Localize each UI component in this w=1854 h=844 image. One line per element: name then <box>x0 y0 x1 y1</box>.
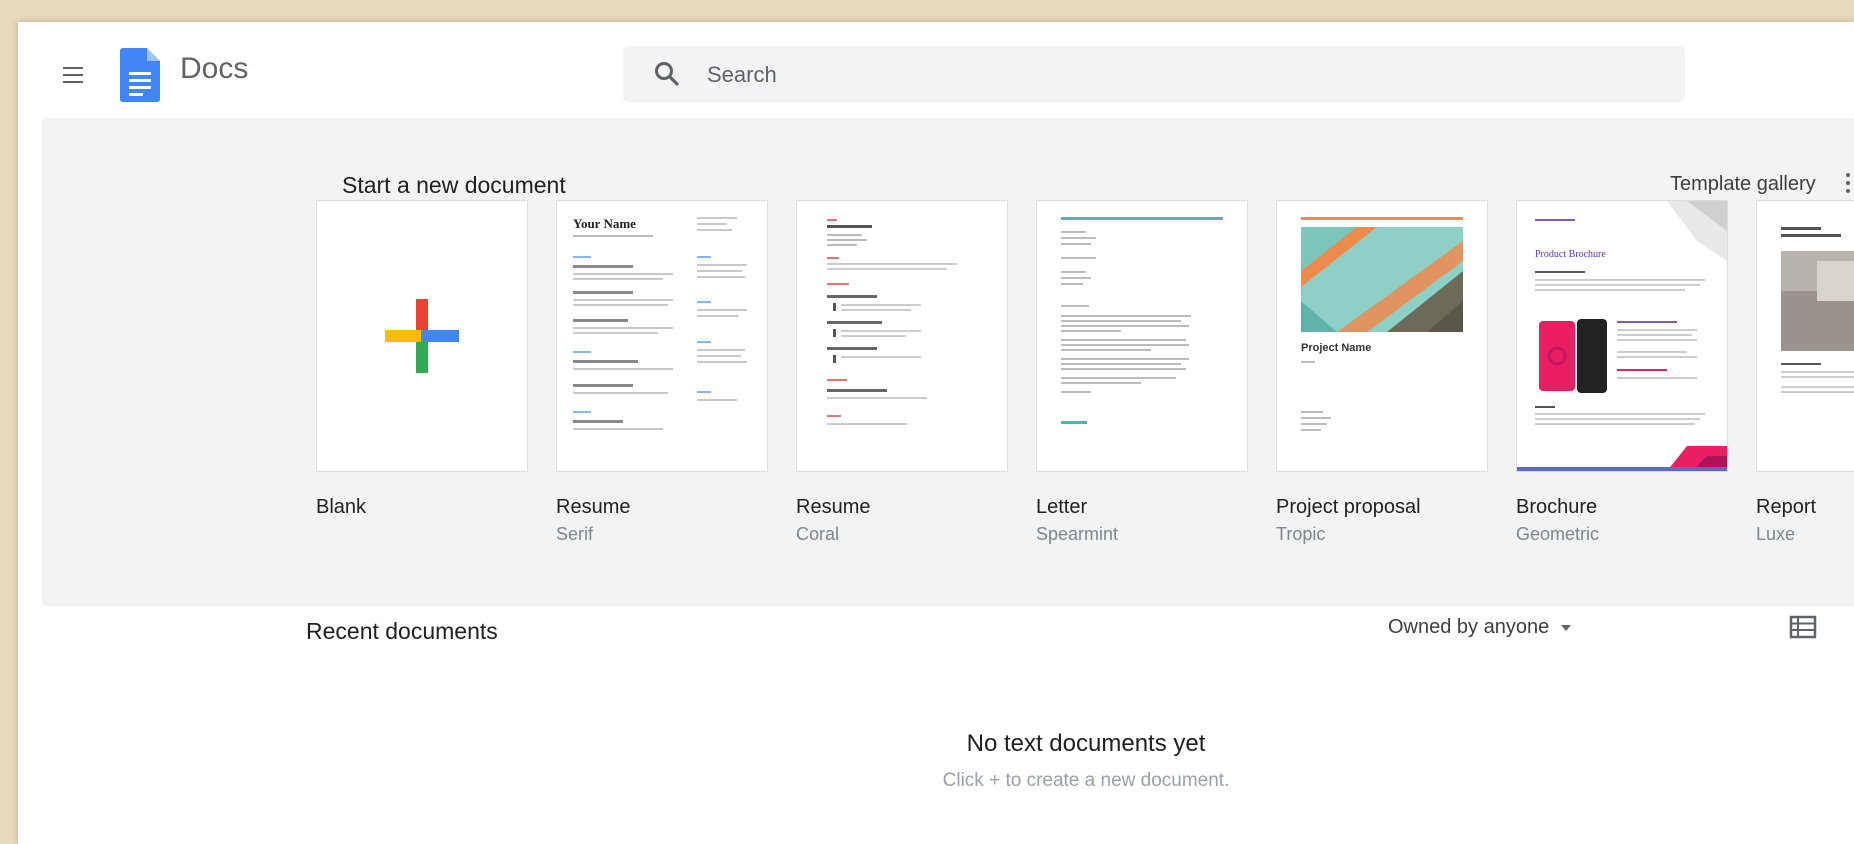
template-name: Blank <box>316 496 367 518</box>
template-subtitle: Coral <box>796 524 840 544</box>
template-thumbnail[interactable]: Project Name <box>1276 200 1488 472</box>
template-thumbnail[interactable] <box>316 200 528 472</box>
template-thumbnail[interactable] <box>1036 200 1248 472</box>
project-proposal-preview: Project Name <box>1301 217 1463 431</box>
preview-heading: Product Brochure <box>1535 249 1606 260</box>
owner-filter-label: Owned by anyone <box>1388 616 1550 638</box>
template-name: Letter <box>1036 496 1088 518</box>
hamburger-menu-icon[interactable] <box>54 58 90 94</box>
template-name: Project proposal <box>1276 496 1421 518</box>
template-thumbnail[interactable] <box>796 200 1008 472</box>
template-name: Resume <box>556 496 631 518</box>
more-vert-icon[interactable] <box>1842 170 1854 196</box>
template-subtitle: Luxe <box>1756 524 1796 544</box>
template-thumbnail[interactable]: Product Brochure <box>1516 200 1728 472</box>
report-luxe-preview <box>1781 227 1854 393</box>
search-icon[interactable] <box>653 60 681 88</box>
search-box[interactable]: Search <box>623 46 1685 102</box>
section-title: Start a new document <box>342 172 566 198</box>
brochure-preview: Product Brochure <box>1517 201 1727 471</box>
app-header: Docs Search <box>18 22 1854 118</box>
list-view-icon[interactable] <box>1788 614 1818 640</box>
search-input[interactable]: Search <box>707 62 777 88</box>
template-subtitle: Spearmint <box>1036 524 1119 544</box>
docs-home-window: Docs Search Start a new document Templat… <box>18 22 1854 844</box>
empty-state-title: No text documents yet <box>966 730 1206 757</box>
template-subtitle: Tropic <box>1276 524 1326 544</box>
preview-heading: Your Name <box>573 216 636 231</box>
letter-spearmint-preview <box>1061 217 1223 424</box>
resume-serif-preview: Your Name <box>573 216 747 430</box>
preview-heading: Project Name <box>1301 342 1371 354</box>
template-gallery-button[interactable]: Template gallery <box>1670 173 1816 196</box>
template-name: Brochure <box>1516 496 1598 518</box>
template-name: Report <box>1756 496 1817 518</box>
template-thumbnail[interactable] <box>1756 200 1854 472</box>
plus-icon <box>385 299 459 373</box>
google-docs-logo-icon[interactable] <box>120 48 160 102</box>
app-title[interactable]: Docs <box>180 52 248 86</box>
template-name: Resume <box>796 496 871 518</box>
template-subtitle: Geometric <box>1516 524 1600 544</box>
chevron-down-icon <box>1561 624 1572 631</box>
template-thumbnail[interactable]: Your Name <box>556 200 768 472</box>
recent-documents-title: Recent documents <box>306 618 498 644</box>
template-subtitle: Serif <box>556 524 594 544</box>
empty-state-subtitle: Click + to create a new document. <box>942 770 1230 791</box>
resume-coral-preview <box>827 219 957 425</box>
owner-filter-dropdown[interactable]: Owned by anyone <box>1388 616 1572 639</box>
